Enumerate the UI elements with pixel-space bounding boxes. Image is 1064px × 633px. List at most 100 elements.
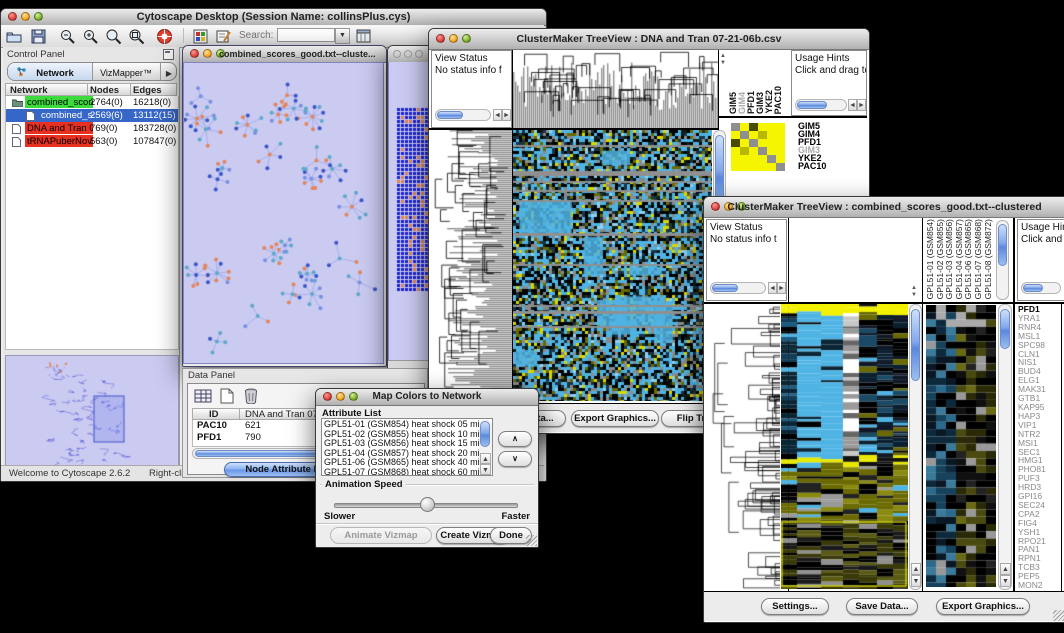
dialog-titlebar[interactable]: Map Colors to Network bbox=[316, 389, 538, 406]
scroll-left-arrow[interactable]: ◄ bbox=[768, 282, 777, 294]
minimize-button[interactable] bbox=[404, 50, 412, 58]
move-down-button[interactable]: ∨ bbox=[498, 451, 532, 467]
col-header-network[interactable]: Network bbox=[10, 85, 47, 96]
overview-canvas[interactable] bbox=[6, 356, 176, 470]
zoom-fit-button[interactable] bbox=[125, 27, 147, 45]
save-session-button[interactable] bbox=[27, 27, 49, 45]
heatmap-cell bbox=[767, 163, 776, 171]
network-row[interactable]: tRNAPuberNov2+563(0)107847(0) bbox=[6, 135, 178, 148]
minimize-button[interactable] bbox=[203, 49, 212, 58]
move-up-button[interactable]: ∧ bbox=[498, 431, 532, 447]
tv1-row-dendrogram[interactable] bbox=[431, 130, 512, 402]
dense-network-canvas[interactable] bbox=[396, 107, 430, 293]
search-input[interactable] bbox=[277, 28, 335, 42]
scroll-up-arrow[interactable]: ▲ bbox=[911, 563, 921, 575]
view-status-scrollbar[interactable] bbox=[435, 109, 491, 121]
animate-vizmap-button[interactable]: Animate Vizmap bbox=[330, 527, 432, 544]
network-row[interactable]: combined_sco2569(6)13112(15) bbox=[6, 109, 178, 122]
network-name: combined_sco bbox=[39, 109, 93, 121]
tv2-row-dendrogram[interactable] bbox=[706, 304, 780, 590]
attribute-listbox[interactable]: GPL51-01 (GSM854) heat shock 05 minGPL51… bbox=[321, 418, 493, 476]
treeview1-titlebar[interactable]: ClusterMaker TreeView : DNA and Tran 07-… bbox=[429, 29, 869, 50]
attribute-item[interactable]: GPL51-07 (GSM868) heat shock 60 min bbox=[324, 468, 492, 477]
tv2-view-status: View Status No status info t ◄ ► bbox=[706, 219, 787, 301]
network-row[interactable]: combined_scores2764(0)16218(0) bbox=[6, 96, 178, 109]
close-button[interactable] bbox=[190, 49, 199, 58]
attribute-list-scrollbar[interactable]: ▲ ▼ bbox=[479, 420, 492, 475]
vizmapper-button[interactable] bbox=[189, 27, 211, 45]
tv2-labels-scrollbar[interactable] bbox=[996, 220, 1009, 300]
usage-hints-scrollbar[interactable] bbox=[795, 99, 847, 111]
scroll-right-arrow[interactable]: ► bbox=[777, 282, 786, 294]
tv2-column-dendrogram[interactable] bbox=[789, 218, 922, 302]
view-status-scrollbar[interactable] bbox=[710, 282, 766, 294]
tv2-global-heatmap[interactable] bbox=[781, 304, 908, 589]
col-header-nodes[interactable]: Nodes bbox=[90, 85, 119, 96]
network-canvas-area-2[interactable] bbox=[388, 62, 433, 360]
network-canvas-area[interactable] bbox=[183, 62, 384, 364]
new-attribute-button[interactable] bbox=[220, 388, 234, 409]
save-data-button[interactable]: Save Data... bbox=[846, 598, 918, 615]
treeview2-titlebar[interactable]: ClusterMaker TreeView : combined_scores_… bbox=[704, 197, 1064, 218]
close-button[interactable] bbox=[393, 50, 401, 58]
tv1-zoom-heatmap[interactable] bbox=[731, 123, 785, 171]
strip-arrows[interactable]: ▲▼ bbox=[720, 53, 726, 67]
network-row[interactable]: DNA and Tran 07769(0)183728(0) bbox=[6, 122, 178, 135]
tab-network[interactable]: Network bbox=[8, 63, 93, 80]
scroll-down-arrow[interactable]: ▼ bbox=[911, 575, 921, 587]
scroll-left-arrow[interactable]: ◄ bbox=[848, 99, 857, 111]
scroll-up-arrow[interactable]: ▲ bbox=[480, 453, 491, 464]
float-panel-icon[interactable] bbox=[163, 49, 174, 60]
cytoscape-titlebar[interactable]: Cytoscape Desktop (Session Name: collins… bbox=[1, 9, 546, 26]
resize-grip[interactable] bbox=[526, 535, 537, 546]
nodes-count: 563(0) bbox=[90, 135, 117, 148]
open-session-button[interactable] bbox=[3, 27, 25, 45]
animation-speed-slider[interactable] bbox=[334, 497, 516, 511]
annotation-button[interactable] bbox=[213, 27, 235, 45]
scroll-right-arrow[interactable]: ► bbox=[502, 109, 511, 121]
network-overview-panel[interactable] bbox=[5, 355, 179, 473]
tv2-zoom-heatmap[interactable] bbox=[926, 305, 996, 587]
scroll-down-arrow[interactable]: ▼ bbox=[1000, 575, 1011, 587]
tv2-gene-labels[interactable]: PFD1YRA1RNR4MSL1SPC98CLN1NIS1BUD4ELG1MAK… bbox=[1018, 305, 1062, 590]
table-icon-button[interactable] bbox=[194, 388, 212, 409]
tv1-global-heatmap[interactable] bbox=[513, 130, 712, 401]
usage-hints-scrollbar[interactable] bbox=[1021, 282, 1061, 294]
settings-button[interactable]: Settings... bbox=[761, 598, 829, 615]
network-view-titlebar[interactable]: combined_scores_good.txt--cluste... bbox=[183, 46, 386, 63]
scroll-left-arrow[interactable]: ◄ bbox=[493, 109, 502, 121]
search-dropdown-button[interactable]: ▼ bbox=[335, 28, 350, 44]
tv2-zoom-scrollbar[interactable]: ▲ ▼ bbox=[998, 304, 1012, 590]
strip-arrows[interactable]: ▲▼ bbox=[911, 285, 917, 299]
dialog-button-bar: Animate VizmapCreate VizmapDone bbox=[316, 525, 538, 545]
plugin-manager-button[interactable] bbox=[353, 27, 375, 45]
zoom-fit-icon bbox=[128, 28, 145, 45]
scroll-up-arrow[interactable]: ▲ bbox=[1000, 563, 1011, 575]
zoom-button[interactable] bbox=[415, 50, 423, 58]
data-col-id[interactable]: ID bbox=[209, 409, 219, 420]
network-name: combined_scores bbox=[25, 96, 93, 108]
tv2-usage-hints: Usage Hints Click and drag bbox=[1017, 219, 1064, 301]
delete-attribute-button[interactable] bbox=[244, 388, 258, 409]
zoom-out-button[interactable] bbox=[56, 27, 78, 45]
scroll-right-arrow[interactable]: ► bbox=[857, 99, 866, 111]
column-label: GPL51-01 (GSM854) bbox=[925, 219, 935, 299]
export-graphics-button[interactable]: Export Graphics... bbox=[571, 410, 659, 427]
network-graph-canvas[interactable] bbox=[184, 63, 383, 363]
zoom-selected-button[interactable] bbox=[102, 27, 124, 45]
control-panel-title: Control Panel bbox=[7, 49, 65, 60]
scroll-down-arrow[interactable]: ▼ bbox=[480, 464, 491, 475]
tv1-column-dendrogram[interactable] bbox=[513, 50, 718, 128]
document-icon bbox=[12, 137, 22, 146]
tab-vizmapper[interactable]: VizMapper™ bbox=[92, 63, 160, 80]
tv2-vscrollbar[interactable]: ▲ ▼ bbox=[909, 304, 922, 590]
resize-grip[interactable] bbox=[1053, 610, 1064, 621]
export-graphics-button[interactable]: Export Graphics... bbox=[936, 598, 1030, 615]
network-view-2-titlebar[interactable] bbox=[388, 46, 433, 63]
zoom-in-button[interactable] bbox=[79, 27, 101, 45]
heatmap-cell bbox=[758, 139, 767, 147]
tab-overflow[interactable]: ▶ bbox=[160, 63, 177, 80]
col-header-edges[interactable]: Edges bbox=[133, 85, 162, 96]
help-button[interactable] bbox=[153, 27, 175, 45]
slider-knob[interactable] bbox=[420, 497, 435, 512]
